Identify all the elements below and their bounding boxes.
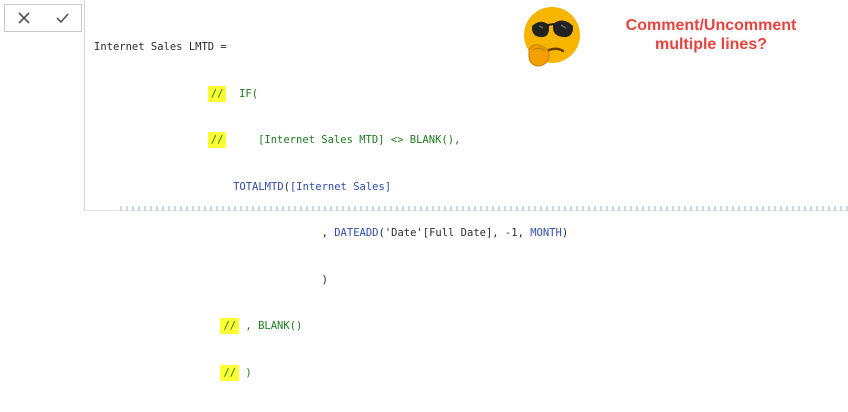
measure-reference: [Internet Sales] (289, 180, 392, 193)
month-keyword: MONTH (530, 227, 562, 239)
code-line-6: ) (94, 273, 568, 289)
if-keyword: IF( (239, 87, 259, 100)
close-icon (18, 12, 30, 24)
dateadd-function: DATEADD (334, 227, 379, 239)
totalmtd-function: TOTALMTD (233, 180, 284, 193)
code-line-4: TOTALMTD([Internet Sales] (94, 180, 568, 196)
close-paren: ) (561, 227, 569, 239)
measure-definition: Internet Sales LMTD = (94, 41, 227, 53)
comment-marker: // (207, 85, 227, 102)
cancel-button[interactable] (5, 5, 43, 31)
code-line-3: // [Internet Sales MTD] <> BLANK(), (94, 132, 568, 149)
comma: , (321, 227, 335, 239)
code-line-1: Internet Sales LMTD = (94, 40, 568, 56)
comment-marker: // (207, 132, 227, 148)
commit-button[interactable] (43, 5, 81, 31)
bottom-cutoff-strip (120, 206, 848, 211)
code-line-5: , DATEADD('Date'[Full Date], -1, MONTH) (94, 226, 569, 242)
code-line-2: // IF( (94, 85, 568, 103)
else-branch: , BLANK() (245, 320, 303, 332)
code-line-7: // , BLANK() (94, 318, 568, 335)
formula-bar-toolbar (4, 4, 82, 32)
callout-annotation: Comment/Uncomment multiple lines? (596, 16, 826, 54)
callout-line-2: multiple lines? (654, 36, 767, 53)
close-paren: ) (245, 366, 252, 379)
comment-marker: // (220, 364, 240, 381)
comment-marker: // (220, 318, 240, 334)
dateadd-args: ('Date'[Full Date], -1, (378, 227, 531, 239)
check-icon (55, 13, 69, 24)
if-condition: [Internet Sales MTD] <> BLANK(), (258, 134, 461, 146)
code-line-8: // ) (94, 364, 568, 382)
sunglasses-thinking-emoji-icon (524, 7, 580, 67)
callout-line-1: Comment/Uncomment (625, 17, 797, 34)
close-paren: ) (321, 273, 328, 286)
